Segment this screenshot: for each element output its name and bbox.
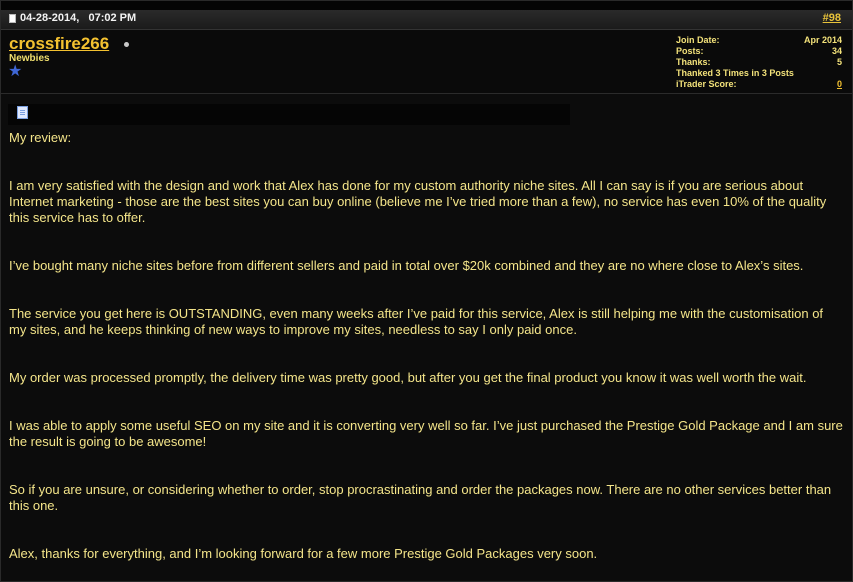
post-number-link[interactable]: #98	[823, 12, 841, 24]
stat-thanks: Thanks: 5	[676, 57, 842, 68]
stat-label: iTrader Score:	[676, 79, 737, 89]
message-title-bar	[8, 104, 570, 125]
post-paragraph: My order was processed promptly, the del…	[9, 370, 807, 385]
stat-label: Posts:	[676, 46, 704, 56]
post-paragraph: So if you are unsure, or considering whe…	[9, 482, 832, 513]
reputation-star-icon: ★	[8, 63, 23, 80]
post-paragraph: I was able to apply some useful SEO on m…	[9, 418, 843, 449]
stat-thanked: Thanked 3 Times in 3 Posts	[676, 68, 842, 79]
message-icon	[17, 106, 28, 119]
stat-join-date: Join Date: Apr 2014	[676, 35, 842, 46]
post-paragraph: The service you get here is OUTSTANDING,…	[9, 306, 824, 337]
stat-label: Thanked 3 Times in 3 Posts	[676, 68, 794, 78]
post-paragraph: I am very satisfied with the design and …	[9, 178, 827, 225]
stat-itrader: iTrader Score: 0	[676, 79, 842, 90]
post-paragraph: I’ve bought many niche sites before from…	[9, 258, 804, 273]
post-icon	[9, 14, 16, 23]
post-paragraph: My review:	[9, 130, 72, 145]
username-link[interactable]: crossfire266	[9, 34, 109, 54]
stat-value: 5	[836, 57, 842, 67]
stat-posts: Posts: 34	[676, 46, 842, 57]
stat-value: Apr 2014	[803, 35, 842, 45]
stat-label: Thanks:	[676, 57, 711, 67]
stat-value: 34	[831, 46, 842, 56]
post-content: My review: I am very satisfied with the …	[9, 130, 843, 562]
itrader-score-link[interactable]: 0	[837, 79, 842, 90]
post-date: 04-28-2014, 07:02 PM	[20, 12, 137, 24]
user-stats: Join Date: Apr 2014 Posts: 34 Thanks: 5 …	[676, 35, 842, 90]
stat-label: Join Date:	[676, 35, 720, 45]
post-paragraph: Alex, thanks for everything, and I’m loo…	[9, 546, 598, 561]
online-status-icon	[124, 42, 129, 47]
